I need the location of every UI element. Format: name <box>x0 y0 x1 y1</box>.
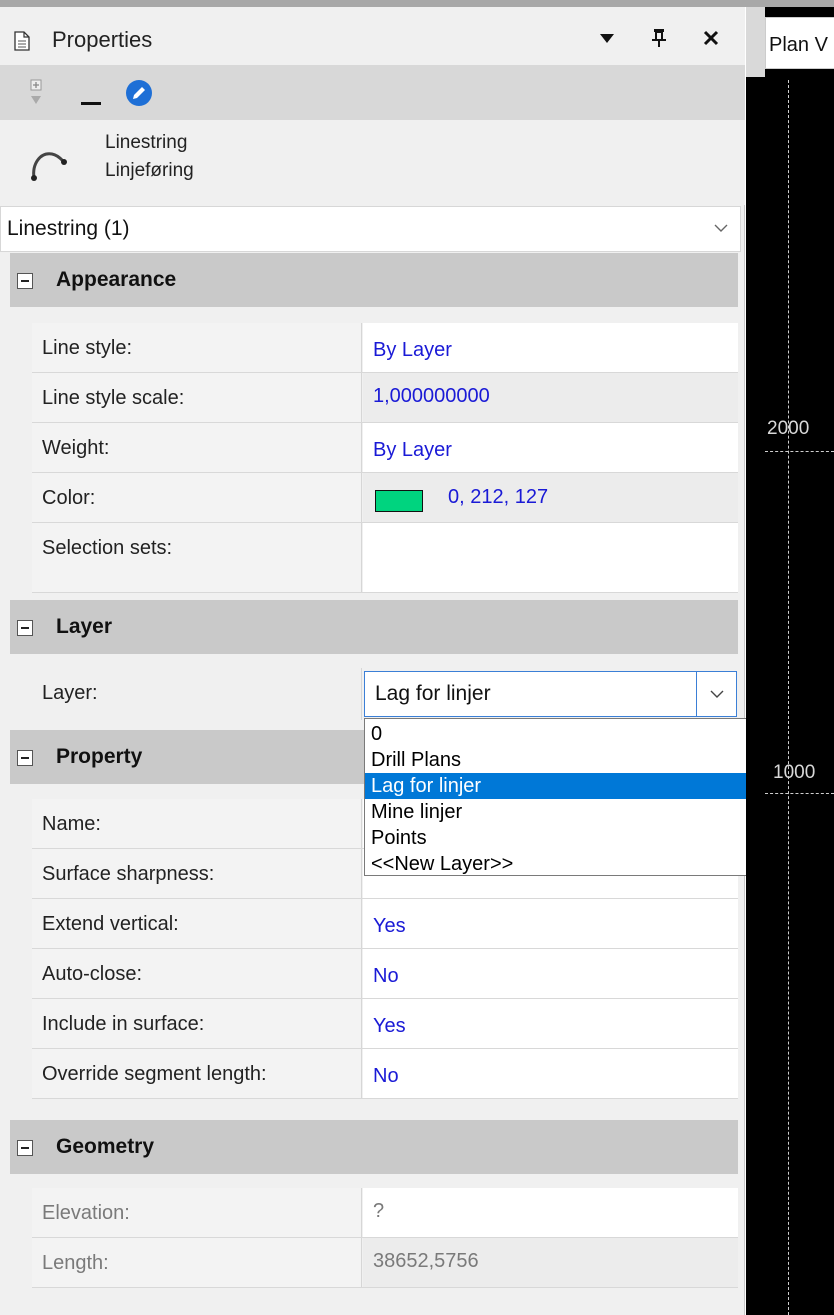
property-label: Line style: <box>32 323 362 372</box>
extend-vertical-value[interactable]: Yes <box>363 899 738 948</box>
property-label: Color: <box>32 473 362 522</box>
grid-line-vertical <box>788 80 789 1315</box>
property-label: Override segment length: <box>32 1049 362 1098</box>
row-line-style: Line style: By Layer <box>32 323 738 373</box>
properties-title-bar: Properties <box>0 7 745 65</box>
row-weight: Weight: By Layer <box>32 423 738 473</box>
section-label: Property <box>56 745 143 768</box>
row-color: Color: 0, 212, 127 <box>32 473 738 523</box>
layer-combobox-button[interactable] <box>696 672 736 716</box>
property-label: Auto-close: <box>32 949 362 998</box>
property-label: Layer: <box>32 668 362 720</box>
object-type-label-local: Linjeføring <box>105 160 194 181</box>
elevation-value: ? <box>363 1188 738 1237</box>
minimize-button[interactable] <box>78 77 104 109</box>
section-appearance: Appearance <box>10 253 738 307</box>
property-label: Elevation: <box>32 1188 362 1237</box>
axis-label: 1000 <box>773 762 816 783</box>
property-label: Surface sharpness: <box>32 849 362 898</box>
collapse-icon[interactable] <box>17 750 33 766</box>
chevron-down-icon <box>714 224 728 232</box>
plan-view-tab-strip <box>746 7 765 77</box>
edit-button[interactable] <box>122 77 156 109</box>
row-override-segment-length: Override segment length: No <box>32 1049 738 1099</box>
selection-value: Linestring (1) <box>7 217 130 240</box>
color-swatch <box>375 490 423 512</box>
close-icon <box>703 30 719 46</box>
window-top-border <box>0 0 834 7</box>
row-include-in-surface: Include in surface: Yes <box>32 999 738 1049</box>
filter-icon <box>30 79 42 104</box>
line-style-value[interactable]: By Layer <box>363 323 738 372</box>
edit-icon <box>126 80 152 106</box>
section-label: Geometry <box>56 1135 155 1158</box>
auto-close-value[interactable]: No <box>363 949 738 998</box>
pin-icon <box>652 29 666 47</box>
selection-dropdown[interactable]: Linestring (1) <box>0 206 741 252</box>
color-value[interactable]: 0, 212, 127 <box>363 473 738 522</box>
grid-line-horizontal <box>765 793 834 794</box>
properties-toolbar <box>0 65 745 120</box>
property-label: Name: <box>32 799 362 848</box>
grid-line-horizontal <box>765 451 834 452</box>
property-label: Length: <box>32 1238 362 1287</box>
caret-down-icon <box>600 34 614 43</box>
section-label: Layer <box>56 615 113 638</box>
layer-combobox[interactable]: Lag for linjer <box>364 671 737 717</box>
section-label: Appearance <box>56 268 177 291</box>
filter-button[interactable] <box>26 77 46 109</box>
object-type-label: Linestring <box>105 132 188 153</box>
pin-button[interactable] <box>644 23 674 53</box>
length-value: 38652,5756 <box>363 1238 738 1287</box>
collapse-icon[interactable] <box>17 273 33 289</box>
row-selection-sets: Selection sets: <box>32 523 738 593</box>
row-length: Length: 38652,5756 <box>32 1238 738 1288</box>
property-label: Selection sets: <box>32 523 362 592</box>
minimize-icon <box>81 102 101 105</box>
property-label: Extend vertical: <box>32 899 362 948</box>
panel-dropdown-button[interactable] <box>592 23 622 53</box>
axis-label: 2000 <box>767 418 810 439</box>
row-extend-vertical: Extend vertical: Yes <box>32 899 738 949</box>
layer-combobox-value: Lag for linjer <box>375 682 491 705</box>
property-label: Weight: <box>32 423 362 472</box>
close-button[interactable] <box>696 23 726 53</box>
panel-title: Properties <box>52 27 153 52</box>
chevron-down-icon <box>710 690 723 698</box>
section-geometry: Geometry <box>10 1120 738 1174</box>
line-style-scale-value[interactable]: 1,000000000 <box>363 373 738 422</box>
collapse-icon[interactable] <box>17 1140 33 1156</box>
selection-sets-value[interactable] <box>363 523 738 592</box>
row-line-style-scale: Line style scale: 1,000000000 <box>32 373 738 423</box>
property-label: Line style scale: <box>32 373 362 422</box>
section-layer: Layer <box>10 600 738 654</box>
row-auto-close: Auto-close: No <box>32 949 738 999</box>
plan-view-canvas[interactable] <box>746 7 834 1315</box>
include-in-surface-value[interactable]: Yes <box>363 999 738 1048</box>
color-rgb-text: 0, 212, 127 <box>448 486 549 508</box>
tab-label: Plan V <box>769 34 828 56</box>
weight-value[interactable]: By Layer <box>363 423 738 472</box>
row-elevation: Elevation: ? <box>32 1188 738 1238</box>
object-info: Linestring Linjeføring <box>0 120 745 205</box>
linestring-icon <box>31 152 67 181</box>
document-icon <box>14 31 30 51</box>
property-label: Include in surface: <box>32 999 362 1048</box>
collapse-icon[interactable] <box>17 620 33 636</box>
override-segment-length-value[interactable]: No <box>363 1049 738 1098</box>
tab-plan-view[interactable]: Plan V <box>765 17 834 69</box>
